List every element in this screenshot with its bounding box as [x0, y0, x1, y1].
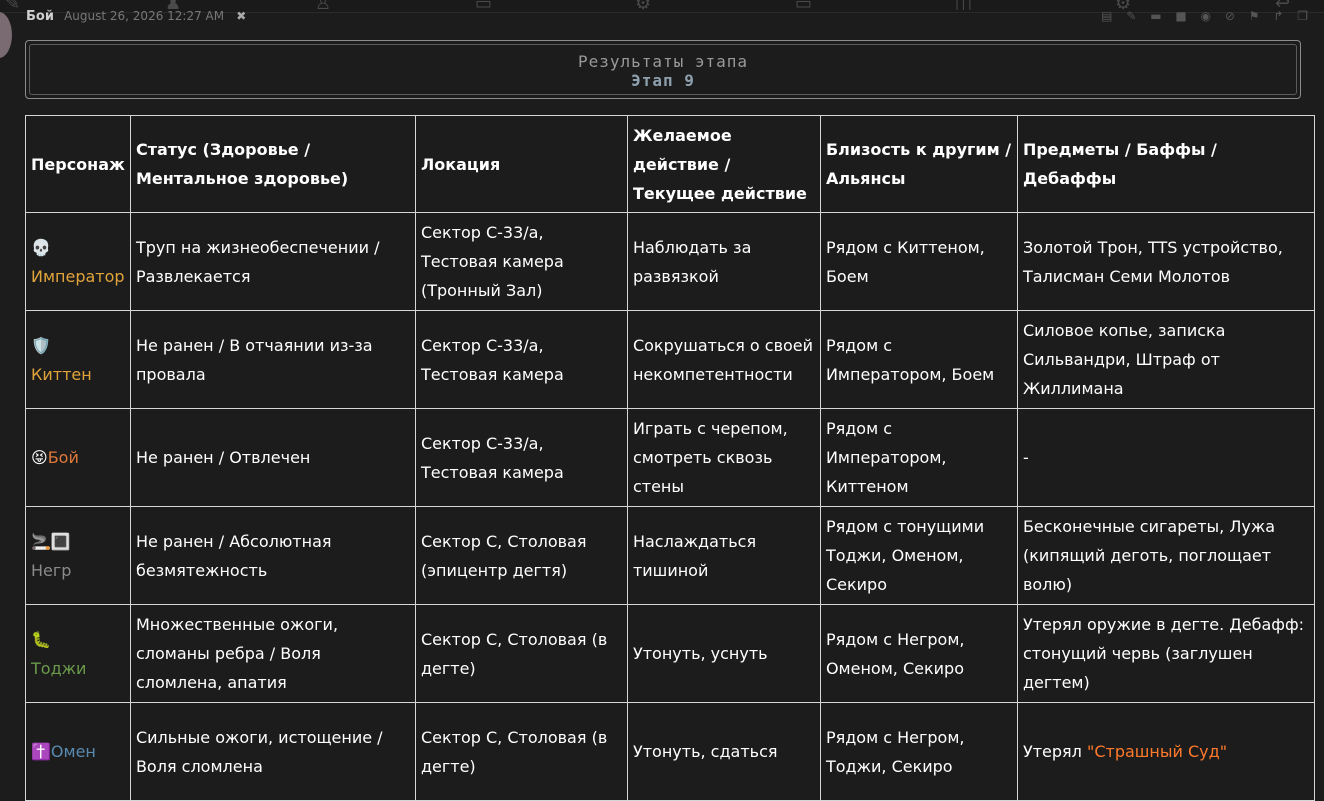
post-actions: ▤ ✎ ▬ ■ ◉ ⊘ ⚑ ↱ ❐	[1091, 10, 1308, 22]
reply-icon[interactable]: ↱	[1273, 10, 1283, 22]
items-text: Утерял	[1022, 742, 1087, 761]
proximity-cell: Рядом с тонущими Тоджи, Оменом, Секиро	[819, 506, 1018, 605]
table-row: 🚬🔳 Негр Не ранен / Абсолютная безмятежно…	[25, 506, 1315, 605]
table-row: ✝️Омен Сильные ожоги, истощение / Воля с…	[25, 702, 1315, 801]
reply-icon[interactable]: ↩	[1275, 0, 1290, 10]
header-status: Статус (Здоровье / Ментальное здоровье)	[129, 115, 416, 213]
items-cell: Утерял "Страшный Суд"	[1016, 702, 1315, 801]
character-name: Омен	[50, 742, 96, 761]
cigarette-icon: 🚬🔳	[31, 531, 71, 551]
link-icon[interactable]: ⊘	[1225, 10, 1235, 22]
eye-icon[interactable]: ◉	[1201, 10, 1211, 22]
location-cell: Сектор С, Столовая (в дегте)	[414, 702, 628, 801]
status-cell: Множественные ожоги, сломаны ребра / Вол…	[129, 604, 416, 703]
items-highlight-link[interactable]: "Страшный Суд"	[1087, 742, 1227, 761]
location-cell: Сектор С-33/а, Тестовая камера	[414, 408, 628, 507]
flag-icon[interactable]: ⚑	[1249, 10, 1260, 22]
gear-icon[interactable]: ⚙	[1115, 0, 1131, 10]
items-cell: Силовое копье, записка Сильвандри, Штраф…	[1016, 310, 1315, 409]
character-name: Бой	[47, 448, 79, 467]
stage-title: Результаты этапа	[577, 52, 749, 71]
action-cell: Играть с черепом, смотреть сквозь стены	[626, 408, 821, 507]
table-row: 🛡️ Киттен Не ранен / В отчаянии из-за пр…	[25, 310, 1315, 409]
items-cell: Золотой Трон, TTS устройство, Талисман С…	[1016, 212, 1315, 311]
proximity-cell: Рядом с Негром, Тоджи, Секиро	[819, 702, 1018, 801]
save-icon[interactable]: ■	[1175, 10, 1186, 22]
copy-icon[interactable]: ❐	[1297, 10, 1308, 22]
status-cell: Сильные ожоги, истощение / Воля сломлена	[129, 702, 416, 801]
character-cell: ✝️Омен	[25, 702, 131, 801]
proximity-cell: Рядом с Императором, Киттеном	[819, 408, 1018, 507]
stage-header: Результаты этапа Этап 9	[25, 40, 1301, 99]
table-row: 🐛 Тоджи Множественные ожоги, сломаны реб…	[25, 604, 1315, 703]
header-proximity: Близость к другим / Альянсы	[819, 115, 1018, 213]
pencil-icon[interactable]: ✎	[1126, 10, 1136, 22]
avatar[interactable]	[0, 12, 12, 58]
status-cell: Не ранен / Отвлечен	[129, 408, 416, 507]
status-cell: Не ранен / Абсолютная безмятежность	[129, 506, 416, 605]
results-table: Персонаж Статус (Здоровье / Ментальное з…	[25, 115, 1315, 801]
character-cell: 😝Бой	[25, 408, 131, 507]
shield-icon: 🛡️	[31, 335, 51, 355]
gear-icon[interactable]: ⚙	[635, 0, 651, 10]
header-items: Предметы / Баффы / Дебаффы	[1016, 115, 1315, 213]
location-cell: Сектор С-33/а, Тестовая камера	[414, 310, 628, 409]
header-location: Локация	[414, 115, 628, 213]
map-icon[interactable]: ◫	[955, 0, 972, 10]
character-name: Тоджи	[31, 658, 87, 678]
archive-icon[interactable]: ▭	[475, 0, 492, 10]
embed-icon[interactable]: ▤	[1101, 10, 1112, 22]
character-cell: 💀 Император	[25, 212, 131, 311]
skull-icon: 💀	[31, 237, 51, 257]
character-name: Киттен	[31, 364, 92, 384]
proximity-cell: Рядом с Императором, Боем	[819, 310, 1018, 409]
action-cell: Утонуть, сдаться	[626, 702, 821, 801]
worm-icon: 🐛	[31, 629, 51, 649]
table-row: 😝Бой Не ранен / Отвлечен Сектор С-33/а, …	[25, 408, 1315, 507]
proximity-cell: Рядом с Негром, Оменом, Секиро	[819, 604, 1018, 703]
tongue-face-icon: 😝	[31, 448, 48, 467]
box-icon[interactable]: ▭	[795, 0, 812, 10]
post-meta: Бой August 26, 2026 12:27 AM ✖	[26, 9, 246, 23]
items-cell: -	[1016, 408, 1315, 507]
character-name: Император	[31, 266, 125, 286]
status-cell: Не ранен / В отчаянии из-за провала	[129, 310, 416, 409]
user-icon[interactable]: ♙	[315, 0, 331, 10]
post-date: August 26, 2026 12:27 AM	[64, 9, 225, 23]
edit-icon[interactable]: ✎	[5, 0, 20, 10]
action-cell: Утонуть, уснуть	[626, 604, 821, 703]
action-cell: Наслаждаться тишиной	[626, 506, 821, 605]
character-cell: 🚬🔳 Негр	[25, 506, 131, 605]
header-character: Персонаж	[25, 115, 131, 213]
table-row: 💀 Император Труп на жизнеобеспечении / Р…	[25, 212, 1315, 311]
location-cell: Сектор С, Столовая (в дегте)	[414, 604, 628, 703]
status-cell: Труп на жизнеобеспечении / Развлекается	[129, 212, 416, 311]
character-cell: 🛡️ Киттен	[25, 310, 131, 409]
character-cell: 🐛 Тоджи	[25, 604, 131, 703]
stage-subtitle: Этап 9	[631, 71, 695, 90]
character-name: Негр	[31, 560, 72, 580]
header-action: Желаемое действие / Текущее действие	[626, 115, 821, 213]
location-cell: Сектор С, Столовая (эпицентр дегтя)	[414, 506, 628, 605]
cross-icon: ✝️	[31, 742, 51, 761]
location-cell: Сектор С-33/а, Тестовая камера (Тронный …	[414, 212, 628, 311]
proximity-cell: Рядом с Киттеном, Боем	[819, 212, 1018, 311]
stage-header-inner: Результаты этапа Этап 9	[29, 44, 1297, 95]
action-cell: Наблюдать за развязкой	[626, 212, 821, 311]
comment-icon[interactable]: ▬	[1150, 10, 1161, 22]
post-author[interactable]: Бой	[26, 9, 54, 24]
wrench-icon[interactable]: ✖	[236, 9, 246, 23]
action-cell: Сокрушаться о своей некомпетентности	[626, 310, 821, 409]
table-header-row: Персонаж Статус (Здоровье / Ментальное з…	[25, 115, 1315, 213]
items-cell: Утерял оружие в дегте. Дебафф: стонущий …	[1016, 604, 1315, 703]
items-cell: Бесконечные сигареты, Лужа (кипящий дего…	[1016, 506, 1315, 605]
